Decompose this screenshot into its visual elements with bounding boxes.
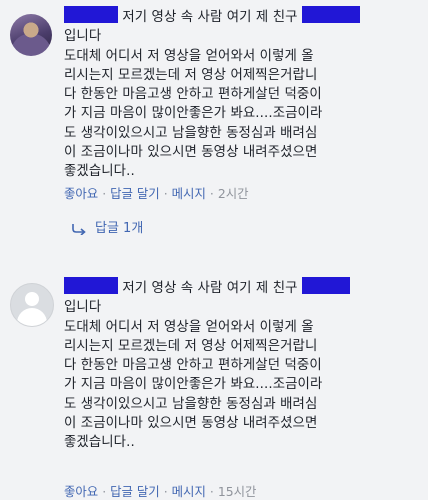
- redacted-text: [301, 6, 360, 23]
- separator-dot: ·: [163, 186, 168, 201]
- comment-actions: 좋아요 · 답글 달기 · 메시지 · 2시간: [64, 184, 249, 202]
- commenter-avatar[interactable]: [10, 14, 52, 56]
- redacted-author-name[interactable]: [64, 277, 118, 294]
- reply-arrow-icon: [72, 223, 86, 235]
- comment-actions: 좋아요 · 답글 달기 · 메시지 · 15시간: [64, 482, 256, 500]
- comment-line: 좋겠습니다..: [64, 435, 135, 451]
- reply-link[interactable]: 답글 달기: [110, 186, 160, 201]
- comment-line: 가 지금 마음이 많이안좋은가 봐요....조금이라: [64, 377, 323, 393]
- separator-dot: ·: [209, 186, 214, 201]
- comment-line: 도 생각이있으시고 남을향한 동정심과 배려심: [64, 125, 318, 141]
- comment-line: 리시는지 모르겠는데 저 영상 어제찍은거랍니: [64, 67, 318, 83]
- comment-line: 입니다: [64, 300, 102, 316]
- comment-line: 이 조금이나마 있으시면 동영상 내려주셨으면: [64, 145, 318, 161]
- comment-line: 가 지금 마음이 많이안좋은가 봐요....조금이라: [64, 106, 323, 122]
- timestamp[interactable]: 2시간: [218, 186, 249, 201]
- comment-author-suffix: 저기 영상 속 사람 여기 제 친구: [122, 10, 298, 25]
- comment-line: 도대체 어디서 저 영상을 얻어와서 이렇게 올: [64, 48, 314, 64]
- redacted-author-name[interactable]: [64, 6, 118, 23]
- comment-line: 다 한동안 마음고생 안하고 편하게살던 덕중이: [64, 87, 322, 103]
- redacted-text: [301, 277, 350, 294]
- comment-line: 좋겠습니다..: [64, 164, 135, 180]
- author-row: 저기 영상 속 사람 여기 제 친구: [64, 6, 424, 27]
- default-avatar-head: [25, 292, 39, 306]
- comment-line: 도 생각이있으시고 남을향한 동정심과 배려심: [64, 396, 318, 412]
- comment-line: 입니다: [64, 29, 102, 45]
- author-row: 저기 영상 속 사람 여기 제 친구: [64, 277, 424, 298]
- commenter-avatar[interactable]: [10, 283, 54, 327]
- like-link[interactable]: 좋아요: [64, 186, 98, 201]
- comment-line: 다 한동안 마음고생 안하고 편하게살던 덕중이: [64, 358, 322, 374]
- comment-line: 리시는지 모르겠는데 저 영상 어제찍은거랍니: [64, 338, 318, 354]
- comment-body: 저기 영상 속 사람 여기 제 친구 입니다 도대체 어디서 저 영상을 얻어와…: [64, 277, 424, 453]
- comment-body: 저기 영상 속 사람 여기 제 친구 입니다 도대체 어디서 저 영상을 얻어와…: [64, 6, 424, 182]
- separator-dot: ·: [102, 186, 107, 201]
- comment-line: 이 조금이나마 있으시면 동영상 내려주셨으면: [64, 416, 318, 432]
- comment-line: 도대체 어디서 저 영상을 얻어와서 이렇게 올: [64, 319, 314, 335]
- view-replies-link[interactable]: 답글 1개: [72, 217, 143, 236]
- message-link[interactable]: 메시지: [172, 186, 206, 201]
- view-replies-label: 답글 1개: [95, 221, 144, 236]
- comment-author-suffix: 저기 영상 속 사람 여기 제 친구: [122, 281, 298, 296]
- default-avatar-body: [17, 308, 47, 326]
